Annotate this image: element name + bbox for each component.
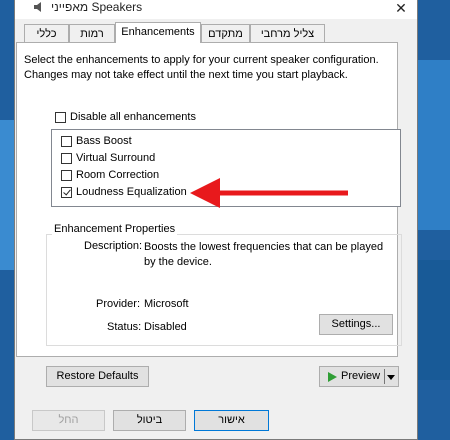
apply-button[interactable]: החל <box>32 410 105 431</box>
provider-label: Provider: <box>96 298 141 310</box>
preview-separator <box>384 369 385 384</box>
status-value: Disabled <box>144 321 187 333</box>
cancel-button[interactable]: ביטול <box>113 410 186 431</box>
preview-label: Preview <box>341 370 381 382</box>
settings-button[interactable]: Settings... <box>319 314 393 335</box>
restore-defaults-button[interactable]: Restore Defaults <box>46 366 149 387</box>
chevron-down-icon[interactable] <box>387 375 395 380</box>
ok-button[interactable]: אישור <box>194 410 269 431</box>
preview-button[interactable]: Preview <box>319 366 399 387</box>
status-label: Status: <box>107 321 142 333</box>
play-icon <box>328 372 337 382</box>
description-label: Description: <box>84 240 143 252</box>
group-title: Enhancement Properties <box>52 223 178 235</box>
description-value: Boosts the lowest frequencies that can b… <box>144 241 384 268</box>
provider-value: Microsoft <box>144 298 189 310</box>
tab-enhancements[interactable]: Enhancements <box>115 22 201 43</box>
